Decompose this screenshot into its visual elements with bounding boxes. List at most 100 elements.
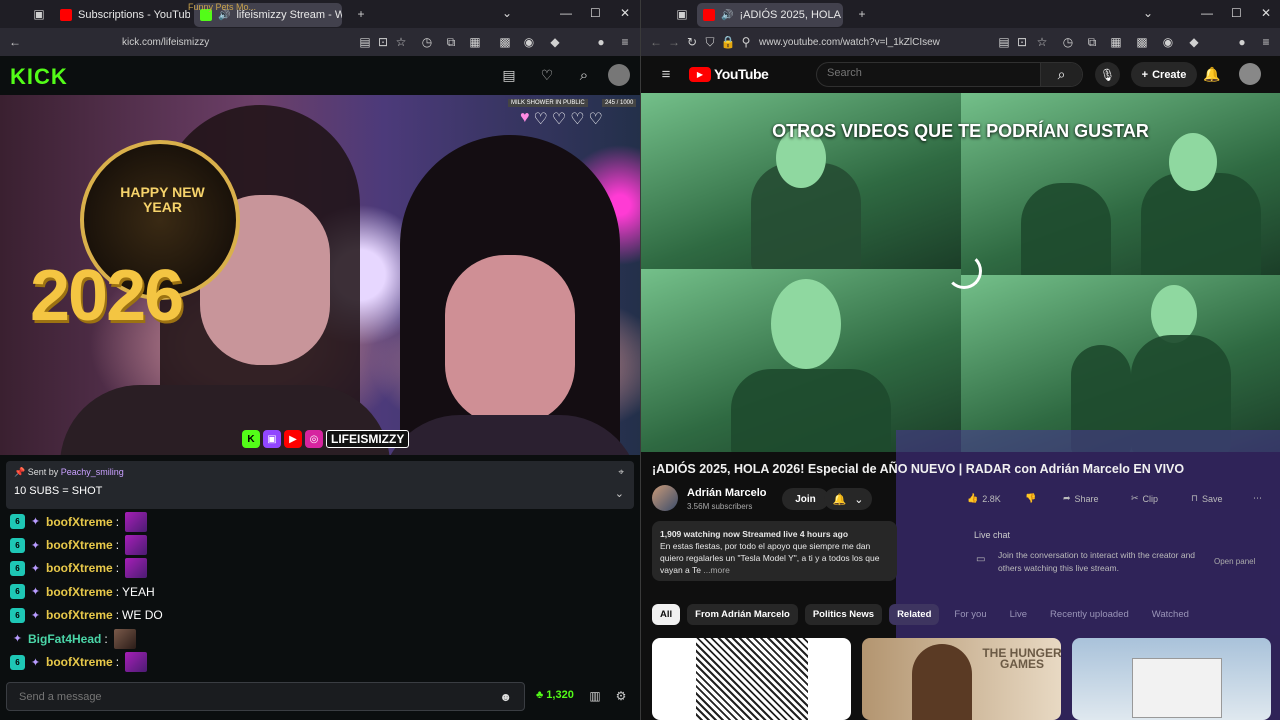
maximize-icon[interactable]: ☐	[1231, 6, 1242, 20]
like-button[interactable]: 👍 2.8K	[967, 493, 1001, 504]
video-thumbnail[interactable]	[652, 638, 851, 720]
url-field[interactable]: www.youtube.com/watch?v=l_1kZlCIsew	[759, 37, 940, 48]
chevron-down-icon[interactable]: ⌄	[502, 6, 512, 20]
search-icon[interactable]: ⌕	[575, 66, 593, 84]
microphone-icon[interactable]: 🎙	[1095, 62, 1120, 87]
subscription-bell-button[interactable]: 🔔 ⌄	[824, 488, 872, 510]
search-icon[interactable]: ⌕	[1040, 63, 1082, 86]
chip-from-channel[interactable]: From Adrián Marcelo	[687, 604, 798, 625]
tab-youtube-video[interactable]: 🔊 ¡ADIÓS 2025, HOLA 2026! E ✕	[697, 3, 843, 27]
share-button[interactable]: ➦ Share	[1063, 493, 1099, 504]
extensions-icon[interactable]: ⧉	[442, 33, 460, 51]
hamburger-menu-icon[interactable]: ≡	[657, 65, 675, 83]
close-window-icon[interactable]: ✕	[620, 6, 630, 20]
emoji-icon[interactable]: ☻	[499, 690, 512, 704]
create-button[interactable]: + Create	[1131, 62, 1197, 87]
heart-icon[interactable]: ♡	[538, 66, 556, 84]
more-link[interactable]: ...more	[703, 565, 729, 575]
notifications-bell-icon[interactable]: 🔔	[1203, 65, 1221, 83]
addon-icon[interactable]: ▦	[466, 33, 484, 51]
chat-username[interactable]: boofXtreme	[46, 538, 113, 552]
addon-icon[interactable]: ◉	[520, 33, 538, 51]
more-actions-icon[interactable]: ⋯	[1253, 493, 1262, 504]
chat-username[interactable]: boofXtreme	[46, 561, 113, 575]
channel-name[interactable]: Adrián Marcelo	[687, 487, 766, 499]
shield-icon[interactable]: ⛉	[701, 33, 719, 51]
channel-avatar[interactable]	[652, 485, 678, 511]
extensions-icon[interactable]: ⧉	[1083, 33, 1101, 51]
avatar[interactable]	[608, 64, 630, 86]
addon-icon[interactable]: ◆	[546, 33, 564, 51]
reader-icon[interactable]: ▤	[995, 33, 1013, 51]
unpin-icon[interactable]: ⌖	[618, 467, 624, 478]
account-icon[interactable]: ●	[1233, 33, 1251, 51]
chevron-down-icon[interactable]: ⌄	[615, 487, 624, 500]
avatar[interactable]	[1239, 63, 1261, 85]
chat-input[interactable]	[19, 690, 500, 703]
back-icon[interactable]: ←	[647, 33, 665, 51]
url-field[interactable]: kick.com/lifeismizzy	[122, 37, 209, 48]
chip-recently-uploaded[interactable]: Recently uploaded	[1042, 604, 1137, 625]
chip-watched[interactable]: Watched	[1144, 604, 1197, 625]
forward-icon[interactable]: →	[665, 33, 683, 51]
account-icon[interactable]: ●	[592, 33, 610, 51]
chip-for-you[interactable]: For you	[946, 604, 994, 625]
bookmark-star-icon[interactable]: ☆	[1033, 33, 1051, 51]
new-tab-icon[interactable]: +	[853, 5, 871, 23]
pinned-sender-name[interactable]: Peachy_smiling	[61, 467, 124, 477]
addon-icon[interactable]: ▦	[1107, 33, 1125, 51]
join-button[interactable]: Join	[782, 488, 829, 510]
save-button[interactable]: ⊓ Save	[1191, 493, 1223, 504]
reload-icon[interactable]: ↻	[683, 33, 701, 51]
description-box[interactable]: 1,909 watching now Streamed live 4 hours…	[652, 521, 897, 581]
chat-username[interactable]: boofXtreme	[46, 608, 113, 622]
new-tab-icon[interactable]: +	[352, 5, 370, 23]
tab-list-icon[interactable]: ▣	[30, 5, 48, 23]
close-window-icon[interactable]: ✕	[1261, 6, 1271, 20]
back-icon[interactable]: ←	[6, 33, 24, 51]
store-icon[interactable]: ▤	[500, 66, 518, 84]
chat-username[interactable]: BigFat4Head	[28, 632, 101, 646]
maximize-icon[interactable]: ☐	[590, 6, 601, 20]
search-box[interactable]: ⌕	[816, 62, 1083, 87]
chat-input-box[interactable]: ☻	[6, 682, 525, 711]
screenshot-icon[interactable]: ⊡	[1013, 33, 1031, 51]
addon-icon[interactable]: ▩	[1133, 33, 1151, 51]
chat-username[interactable]: boofXtreme	[46, 585, 113, 599]
chip-live[interactable]: Live	[1002, 604, 1035, 625]
minimize-icon[interactable]: —	[1201, 6, 1213, 20]
dislike-button[interactable]: 👎	[1025, 493, 1036, 504]
menu-icon[interactable]: ≡	[1257, 33, 1275, 51]
permissions-icon[interactable]: ⚲	[737, 33, 755, 51]
kick-logo[interactable]: KICK	[10, 64, 68, 90]
bookmark-star-icon[interactable]: ☆	[392, 33, 410, 51]
youtube-video-player[interactable]: OTROS VIDEOS QUE TE PODRÍAN GUSTAR	[641, 93, 1280, 452]
youtube-brand[interactable]: YouTube	[714, 66, 769, 82]
chevron-down-icon[interactable]: ⌄	[1143, 6, 1153, 20]
addon-icon[interactable]: ◆	[1185, 33, 1203, 51]
chat-username[interactable]: boofXtreme	[46, 515, 113, 529]
reader-icon[interactable]: ▤	[356, 33, 374, 51]
gear-icon[interactable]: ⚙	[612, 687, 630, 705]
audio-playing-icon[interactable]: 🔊	[721, 10, 733, 21]
addon-icon[interactable]: ▩	[496, 33, 514, 51]
history-icon[interactable]: ◷	[418, 33, 436, 51]
chat-username[interactable]: boofXtreme	[46, 655, 113, 669]
menu-icon[interactable]: ≡	[616, 33, 634, 51]
search-input[interactable]	[827, 67, 1027, 79]
screenshot-icon[interactable]: ⊡	[374, 33, 392, 51]
open-panel-button[interactable]: Open panel	[1214, 557, 1255, 566]
tab-list-icon[interactable]: ▣	[673, 5, 691, 23]
chip-all[interactable]: All	[652, 604, 681, 625]
video-thumbnail[interactable]	[1072, 638, 1271, 720]
youtube-logo-icon[interactable]: ▶	[689, 67, 711, 82]
addon-icon[interactable]: ◉	[1159, 33, 1177, 51]
clip-button[interactable]: ✂ Clip	[1131, 493, 1158, 504]
gift-icon[interactable]: ▥	[586, 687, 604, 705]
chip-related[interactable]: Related	[889, 604, 940, 625]
video-thumbnail[interactable]: THE HUNGER GAMES	[862, 638, 1061, 720]
stream-video-player[interactable]: MILK SHOWER IN PUBLIC 245 / 1000 ♥ ♡ ♡ ♡…	[0, 95, 640, 455]
tab-youtube-subscriptions[interactable]: Subscriptions - YouTube ✕	[54, 3, 190, 27]
history-icon[interactable]: ◷	[1059, 33, 1077, 51]
minimize-icon[interactable]: —	[560, 6, 572, 20]
